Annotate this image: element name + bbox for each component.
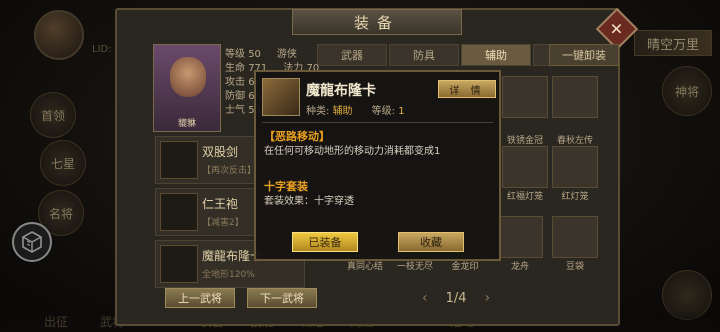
inventory-item[interactable]: 春秋左传 bbox=[552, 90, 598, 146]
equipped-auxiliary-name: 魔龍布隆卡 bbox=[202, 249, 263, 263]
general-portrait: 貔貅 bbox=[153, 44, 221, 132]
equipped-weapon-effect: 【再次反击】 bbox=[202, 166, 257, 176]
general-name: 貔貅 bbox=[177, 119, 196, 129]
page-next-icon[interactable]: › bbox=[485, 290, 491, 306]
equipped-weapon-name: 双股剑 bbox=[202, 145, 239, 159]
page-indicator: ‹ 1/4 › bbox=[422, 290, 490, 306]
window-title: 装备 bbox=[292, 9, 462, 35]
equipped-armor-effect: 【减害2】 bbox=[202, 218, 244, 228]
equipped-button[interactable]: 已装备 bbox=[292, 232, 358, 252]
tab-armor[interactable]: 防具 bbox=[389, 44, 459, 66]
skill-description: 在任何可移动地形的移动力消耗都变成1 bbox=[264, 146, 441, 157]
inventory-item[interactable]: 豆袋 bbox=[552, 216, 598, 272]
tab-weapon[interactable]: 武器 bbox=[317, 44, 387, 66]
page-number: 1/4 bbox=[445, 290, 467, 306]
stow-button[interactable]: 收藏 bbox=[398, 232, 464, 252]
unequip-all-button[interactable]: 一键卸装 bbox=[549, 44, 619, 66]
inventory-item[interactable]: 红灯笼 bbox=[552, 146, 598, 202]
stat-class: 游侠 bbox=[276, 49, 297, 60]
inventory-item[interactable]: 铁锈金冠 bbox=[502, 90, 548, 146]
set-description: 套装效果：十字穿透 bbox=[264, 196, 354, 207]
next-general-button[interactable]: 下一武将 bbox=[247, 288, 317, 308]
page-prev-icon[interactable]: ‹ bbox=[422, 290, 428, 306]
inventory-item[interactable]: 龙舟 bbox=[497, 216, 543, 272]
item-name: 魔龍布隆卡 bbox=[306, 83, 376, 99]
equipped-armor-name: 仁王袍 bbox=[202, 197, 239, 211]
item-detail-popup: 魔龍布隆卡 详 情 种类: 辅助 等级: 1 【恶路移动】 在任何可移动地形的移… bbox=[254, 70, 501, 261]
inventory-item[interactable]: 红福灯笼 bbox=[502, 146, 548, 202]
item-meta: 种类: 辅助 等级: 1 bbox=[306, 106, 405, 117]
sword-icon bbox=[160, 141, 198, 179]
previous-general-button[interactable]: 上一武将 bbox=[165, 288, 235, 308]
divider bbox=[262, 122, 493, 123]
item-boot-icon bbox=[262, 78, 300, 116]
close-icon: ✕ bbox=[610, 19, 624, 39]
details-button[interactable]: 详 情 bbox=[438, 80, 496, 98]
stat-level: 等级 50 bbox=[225, 49, 261, 60]
boot-icon bbox=[160, 245, 198, 283]
equipped-auxiliary-effect: 全地形120% bbox=[202, 270, 255, 280]
robe-icon bbox=[160, 193, 198, 231]
tab-auxiliary[interactable]: 辅助 bbox=[461, 44, 531, 66]
general-face-image bbox=[170, 57, 206, 97]
